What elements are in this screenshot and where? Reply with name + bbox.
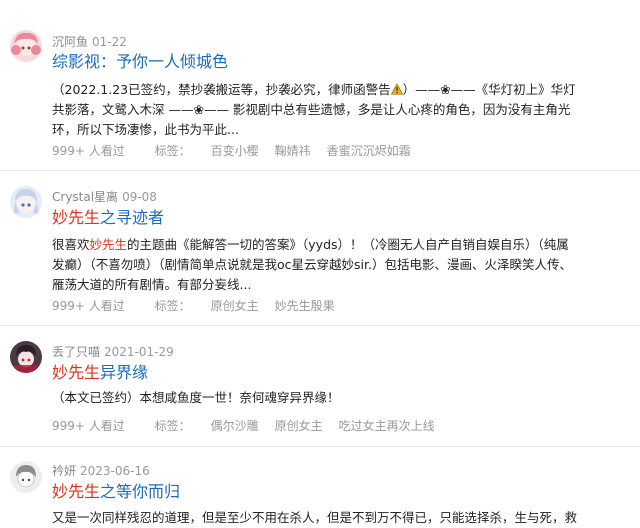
item-footer: 999+ 人看过 标签： 原创女主 妙先生殷果 xyxy=(52,299,351,313)
book-summary: （2022.1.23已签约，禁抄袭搬运等，抄袭必究，律师函警告 ）——❀——《华灯… xyxy=(52,80,580,140)
author-name[interactable]: 丢了只喵 xyxy=(52,345,100,359)
view-count: 999+ 人看过 xyxy=(52,419,125,433)
summary-text: 很喜欢 xyxy=(52,237,90,252)
summary-text: （2022.1.23已签约，禁抄袭搬运等，抄袭必究，律师函警告 xyxy=(52,82,391,97)
sketch-anime-avatar-icon xyxy=(10,461,42,493)
view-count: 999+ 人看过 xyxy=(52,299,125,313)
summary-text-cont: 的主题曲《能解答一切的答案》（yyds）！（冷圈无人自产自销自娱自乐）（纯属发癫… xyxy=(52,237,572,292)
avatar[interactable] xyxy=(10,341,42,373)
book-title[interactable]: 妙先生异界缘 xyxy=(52,363,148,383)
item-meta: Crystal星离 09-08 xyxy=(52,190,157,204)
book-summary: 又是一次同样残忍的道理，但是至少不用在杀人，但是不到万不得已，只能选择杀，生与死… xyxy=(52,508,640,528)
silver-hair-anime-avatar-icon xyxy=(10,186,42,218)
post-date: 2023-06-16 xyxy=(80,464,150,478)
dark-anime-avatar-icon xyxy=(10,341,42,373)
book-result-list: 沉阿鱼 01-22 综影视：予你一人倾城色 （2022.1.23已签约，禁抄袭搬运… xyxy=(0,0,640,525)
summary-keyword: 妙先生 xyxy=(89,237,128,252)
book-title[interactable]: 妙先生之等你而归 xyxy=(52,482,180,502)
book-summary: （本文已签约）本想咸鱼度一世！奈何魂穿异界缘！ xyxy=(52,388,580,408)
book-summary: 很喜欢妙先生的主题曲《能解答一切的答案》（yyds）！（冷圈无人自产自销自娱自乐… xyxy=(52,235,580,295)
tag-link[interactable]: 鞠婧祎 xyxy=(275,144,311,158)
title-keyword: 妙先生 xyxy=(52,363,101,382)
item-meta: 沉阿鱼 01-22 xyxy=(52,35,127,49)
post-date: 01-22 xyxy=(92,35,127,49)
tags-label: 标签： xyxy=(154,299,191,313)
title-text: 之寻迹者 xyxy=(100,208,165,227)
divider xyxy=(0,325,640,326)
book-title[interactable]: 妙先生之寻迹者 xyxy=(52,208,164,228)
view-count: 999+ 人看过 xyxy=(52,144,125,158)
avatar[interactable] xyxy=(10,30,42,62)
tag-link[interactable]: 偶尔沙雕 xyxy=(211,419,259,433)
title-text: 之等你而归 xyxy=(100,482,181,501)
author-name[interactable]: 衿妍 xyxy=(52,464,76,478)
item-meta: 丢了只喵 2021-01-29 xyxy=(52,345,174,359)
warning-icon xyxy=(390,83,403,95)
item-footer: 999+ 人看过 标签： 百变小樱 鞠婧祎 香蜜沉沉烬如霜 xyxy=(52,144,427,158)
author-name[interactable]: Crystal星离 xyxy=(52,190,118,204)
book-title[interactable]: 综影视：予你一人倾城色 xyxy=(52,52,228,72)
divider xyxy=(0,170,640,171)
avatar[interactable] xyxy=(10,461,42,493)
tag-link[interactable]: 吃过女主再次上线 xyxy=(339,419,435,433)
avatar[interactable] xyxy=(10,186,42,218)
tag-link[interactable]: 原创女主 xyxy=(211,299,259,313)
tag-link[interactable]: 百变小樱 xyxy=(211,144,259,158)
item-meta: 衿妍 2023-06-16 xyxy=(52,464,150,478)
tag-link[interactable]: 妙先生殷果 xyxy=(275,299,335,313)
post-date: 09-08 xyxy=(122,190,157,204)
tags-label: 标签： xyxy=(154,144,191,158)
title-text: 异界缘 xyxy=(100,363,149,382)
tags-label: 标签： xyxy=(154,419,191,433)
tag-link[interactable]: 香蜜沉沉烬如霜 xyxy=(327,144,411,158)
post-date: 2021-01-29 xyxy=(104,345,174,359)
item-footer: 999+ 人看过 标签： 偶尔沙雕 原创女主 吃过女主再次上线 xyxy=(52,419,451,433)
summary-text: 又是一次同样残忍的道理，但是至少不用在杀人，但是不到万不得已，只能选择杀，生与死… xyxy=(52,510,578,525)
title-keyword: 妙先生 xyxy=(52,482,101,501)
tag-link[interactable]: 原创女主 xyxy=(275,419,323,433)
title-keyword: 妙先生 xyxy=(52,208,101,227)
author-name[interactable]: 沉阿鱼 xyxy=(52,35,88,49)
title-text: 综影视：予你一人倾城色 xyxy=(52,52,229,71)
summary-text: （本文已签约）本想咸鱼度一世！奈何魂穿异界缘！ xyxy=(52,390,340,405)
pink-hair-anime-avatar-icon xyxy=(10,30,42,62)
divider xyxy=(0,446,640,447)
